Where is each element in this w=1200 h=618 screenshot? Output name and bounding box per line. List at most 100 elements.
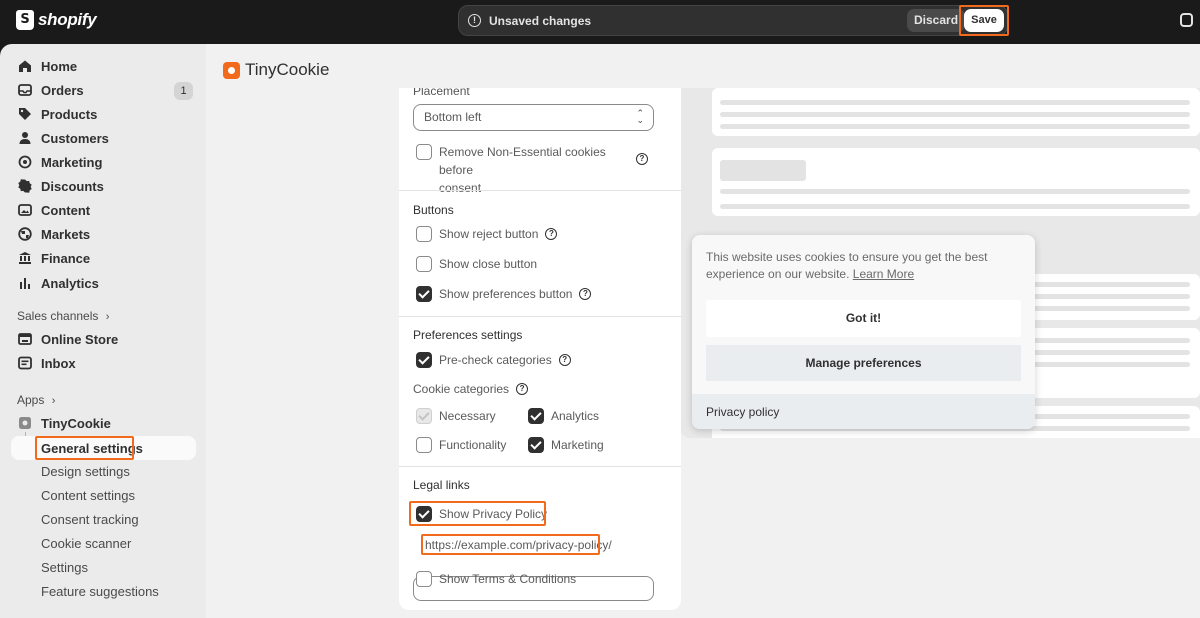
page-title-text: TinyCookie — [245, 60, 330, 79]
category-marketing-option[interactable]: Marketing — [528, 437, 604, 453]
precheck-option[interactable]: Pre-check categories ? — [416, 352, 571, 368]
help-icon[interactable]: ? — [636, 153, 648, 165]
sidebar-item-customers[interactable]: Customers — [18, 128, 109, 148]
skeleton-block — [720, 160, 806, 181]
sidebar-subitem-label: Consent tracking — [41, 511, 139, 527]
home-icon — [19, 60, 31, 72]
divider — [399, 316, 681, 317]
sidebar-subitem-design-settings[interactable]: Design settings — [41, 461, 130, 481]
bank-icon — [19, 252, 31, 264]
sidebar-subitem-label: Content settings — [41, 487, 135, 503]
sidebar-item-home[interactable]: Home — [18, 56, 77, 76]
skeleton-line — [720, 124, 1190, 129]
alert-icon: ! — [468, 14, 481, 27]
sidebar-item-label: Products — [41, 106, 98, 122]
sidebar-subitem-feature-suggestions[interactable]: Feature suggestions — [41, 581, 159, 601]
globe-icon — [18, 227, 32, 241]
sidebar-subitem-cookie-scanner[interactable]: Cookie scanner — [41, 533, 131, 553]
sidebar-item-discounts[interactable]: Discounts — [18, 176, 104, 196]
functionality-label: Functionality — [439, 438, 507, 452]
show-terms-label: Show Terms & Conditions — [439, 572, 577, 586]
banner-footer: Privacy policy — [692, 394, 1035, 429]
show-preferences-option[interactable]: Show preferences button ? — [416, 286, 592, 302]
show-preferences-label: Show preferences button — [439, 287, 573, 301]
help-icon[interactable]: ? — [579, 288, 592, 300]
remove-nonessential-line2: consent — [439, 181, 482, 195]
sidebar-item-marketing[interactable]: Marketing — [18, 152, 102, 172]
sidebar-subitem-label: Cookie scanner — [41, 535, 132, 551]
divider — [399, 190, 681, 191]
sidebar-item-orders[interactable]: Orders — [18, 80, 84, 100]
sidebar-item-markets[interactable]: Markets — [18, 224, 90, 244]
sidebar-item-online-store[interactable]: Online Store — [18, 329, 118, 349]
sidebar-item-content[interactable]: Content — [18, 200, 90, 220]
cookie-message: This website uses cookies to ensure you … — [706, 249, 1006, 283]
top-bar: shopify ! Unsaved changes Discard Save — [0, 0, 1200, 44]
cookie-categories-label: Cookie categories — [413, 382, 510, 396]
unsaved-changes-bar: ! Unsaved changes Discard Save — [458, 5, 1009, 36]
sidebar-subitem-consent-tracking[interactable]: Consent tracking — [41, 509, 139, 529]
preferences-section-title: Preferences settings — [413, 328, 523, 342]
show-terms-checkbox[interactable] — [416, 571, 432, 587]
got-it-button[interactable]: Got it! — [706, 300, 1021, 337]
remove-nonessential-line1: Remove Non-Essential cookies before — [439, 145, 606, 177]
placement-select[interactable]: Bottom left ⌃ ⌄ — [413, 104, 654, 131]
save-button[interactable]: Save — [964, 9, 1004, 32]
cookie-categories-heading: Cookie categories ? — [413, 382, 529, 396]
sidebar-item-label: TinyCookie — [41, 415, 111, 431]
sidebar-item-products[interactable]: Products — [18, 104, 97, 124]
sidebar-subitem-content-settings[interactable]: Content settings — [41, 485, 135, 505]
show-close-checkbox[interactable] — [416, 256, 432, 272]
precheck-label: Pre-check categories — [439, 353, 552, 367]
remove-nonessential-option[interactable]: Remove Non-Essential cookies before cons… — [416, 143, 648, 197]
placement-label: Placement — [413, 88, 470, 98]
help-icon[interactable]: ? — [516, 383, 529, 395]
placement-value: Bottom left — [424, 110, 482, 124]
show-close-option[interactable]: Show close button — [416, 256, 537, 272]
help-icon[interactable]: ? — [545, 228, 558, 240]
content-icon — [18, 204, 32, 216]
analytics-checkbox[interactable] — [528, 408, 544, 424]
legal-section-title: Legal links — [413, 478, 470, 492]
precheck-checkbox[interactable] — [416, 352, 432, 368]
marketing-checkbox[interactable] — [528, 437, 544, 453]
discard-button[interactable]: Discard — [907, 9, 966, 32]
inbox-icon — [18, 356, 32, 370]
category-functionality-option[interactable]: Functionality — [416, 437, 506, 453]
remove-nonessential-text: Remove Non-Essential cookies before cons… — [439, 143, 629, 197]
sidebar-item-label: Finance — [41, 250, 91, 266]
sales-channels-label: Sales channels — [17, 309, 99, 323]
show-reject-checkbox[interactable] — [416, 226, 432, 242]
apps-heading[interactable]: Apps › — [17, 393, 55, 407]
show-reject-label: Show reject button — [439, 227, 539, 241]
sidebar-item-label: Analytics — [41, 275, 99, 291]
sidebar-item-analytics[interactable]: Analytics — [18, 273, 99, 293]
brand-name: shopify — [38, 10, 97, 29]
shopify-logo[interactable]: shopify — [16, 10, 97, 30]
manage-preferences-button[interactable]: Manage preferences — [706, 345, 1021, 381]
unsaved-changes-text: Unsaved changes — [489, 14, 592, 28]
sidebar-subitem-settings[interactable]: Settings — [41, 557, 88, 577]
show-close-label: Show close button — [439, 257, 538, 271]
sidebar-item-finance[interactable]: Finance — [18, 248, 90, 268]
show-terms-option[interactable]: Show Terms & Conditions — [416, 571, 576, 587]
sidebar-item-inbox[interactable]: Inbox — [18, 353, 76, 373]
privacy-policy-link[interactable]: Privacy policy — [706, 405, 779, 419]
sidebar-item-label: Discounts — [41, 178, 104, 194]
functionality-checkbox[interactable] — [416, 437, 432, 453]
help-icon[interactable]: ? — [558, 354, 571, 366]
account-icon[interactable] — [1180, 13, 1193, 27]
show-reject-option[interactable]: Show reject button ? — [416, 226, 558, 242]
show-preferences-checkbox[interactable] — [416, 286, 432, 302]
category-analytics-option[interactable]: Analytics — [528, 408, 599, 424]
sidebar-item-tinycookie[interactable]: TinyCookie — [18, 413, 111, 433]
learn-more-link[interactable]: Learn More — [853, 267, 914, 281]
bar-chart-icon — [20, 278, 30, 289]
orders-icon — [18, 84, 32, 96]
remove-nonessential-checkbox[interactable] — [416, 144, 432, 160]
sidebar-item-label: Online Store — [41, 331, 119, 347]
sales-channels-heading[interactable]: Sales channels › — [17, 309, 109, 323]
sidebar-subitem-label: Settings — [41, 559, 88, 575]
store-icon — [18, 333, 32, 345]
apps-label: Apps — [17, 393, 45, 407]
